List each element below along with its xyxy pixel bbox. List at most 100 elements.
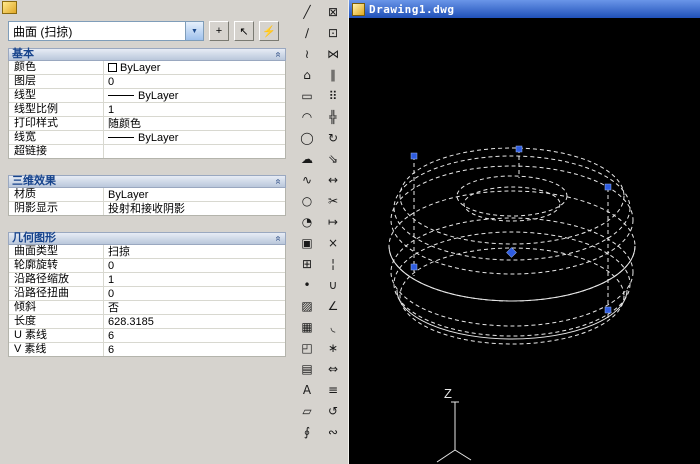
spline-button[interactable]: ∿ — [297, 169, 318, 190]
arc-button[interactable]: ◠ — [297, 106, 318, 127]
property-value[interactable]: 随颜色 — [104, 117, 285, 130]
fillet-button[interactable]: ◟ — [323, 316, 344, 337]
rotate-3d-button[interactable]: ↺ — [323, 400, 344, 421]
point-button[interactable]: • — [297, 274, 318, 295]
collapse-chevron-icon[interactable]: « — [273, 48, 284, 62]
collapse-chevron-icon[interactable]: « — [273, 175, 284, 189]
collapse-chevron-icon[interactable]: « — [273, 232, 284, 246]
property-row: U 素线6 — [9, 328, 285, 342]
chamfer-button[interactable]: ∠ — [323, 295, 344, 316]
region-button[interactable]: ◰ — [297, 337, 318, 358]
property-label: 图层 — [9, 75, 104, 88]
hatch-button[interactable]: ▨ — [297, 295, 318, 316]
mirror-button[interactable]: ⋈ — [323, 43, 344, 64]
extend-icon: ↦ — [328, 216, 338, 228]
erase-button[interactable]: ⊠ — [323, 1, 344, 22]
property-value-text: 0 — [108, 260, 114, 272]
property-value[interactable]: 628.3185 — [104, 315, 285, 328]
grip[interactable] — [411, 264, 417, 270]
ucs-icon — [437, 402, 471, 462]
helix-button[interactable]: ∮ — [297, 421, 318, 442]
rectangle-button[interactable]: ▭ — [297, 85, 318, 106]
property-value[interactable]: ByLayer — [104, 188, 285, 201]
drawing-canvas[interactable]: Z — [349, 18, 700, 464]
quick-select-button[interactable]: ⚡ — [259, 21, 279, 41]
select-objects-button[interactable]: ↖ — [234, 21, 254, 41]
object-type-dropdown[interactable]: 曲面 (扫掠) ▼ — [8, 21, 204, 41]
toggle-pickadd-button[interactable]: + — [209, 21, 229, 41]
chevron-down-icon[interactable]: ▼ — [185, 22, 203, 40]
construction-line-button[interactable]: ∕ — [297, 22, 318, 43]
insert-block-button[interactable]: ▣ — [297, 232, 318, 253]
drawing-titlebar[interactable]: Drawing1.dwg — [349, 0, 700, 18]
polyline-icon: ≀ — [305, 48, 310, 60]
property-label: 线型 — [9, 89, 104, 102]
join-button[interactable]: ∪ — [323, 274, 344, 295]
trim-button[interactable]: ✂ — [323, 190, 344, 211]
polygon-button[interactable]: ⌂ — [297, 64, 318, 85]
circle-button[interactable]: ◯ — [297, 127, 318, 148]
extend-button[interactable]: ↦ — [323, 211, 344, 232]
grip[interactable] — [516, 146, 522, 152]
grip[interactable] — [605, 184, 611, 190]
property-value[interactable]: ByLayer — [104, 61, 285, 74]
section-header[interactable]: 基本« — [8, 48, 286, 61]
property-value[interactable]: ByLayer — [104, 89, 285, 102]
property-value[interactable]: 0 — [104, 259, 285, 272]
offset-button[interactable]: ∥ — [323, 64, 344, 85]
array-button[interactable]: ⠿ — [323, 85, 344, 106]
property-value[interactable]: 6 — [104, 343, 285, 356]
explode-button[interactable]: ∗ — [323, 337, 344, 358]
rotate-icon: ↻ — [328, 132, 338, 144]
section-title: 基本 — [9, 49, 271, 60]
break-button[interactable]: ¦ — [323, 253, 344, 274]
grip[interactable] — [605, 307, 611, 313]
property-label: U 素线 — [9, 329, 104, 342]
property-label: 线宽 — [9, 131, 104, 144]
polyline-button[interactable]: ≀ — [297, 43, 318, 64]
toggle-pickadd-icon: + — [216, 25, 222, 37]
property-label: 材质 — [9, 188, 104, 201]
property-value[interactable]: 投射和接收阴影 — [104, 202, 285, 215]
quick-select-icon: ⚡ — [262, 25, 276, 38]
rotate-button[interactable]: ↻ — [323, 127, 344, 148]
scale-button[interactable]: ⇘ — [323, 148, 344, 169]
property-value[interactable]: 1 — [104, 273, 285, 286]
copy-button[interactable]: ⊡ — [323, 22, 344, 43]
break-at-point-button[interactable]: × — [323, 232, 344, 253]
property-label: 沿路径扭曲 — [9, 287, 104, 300]
grip[interactable] — [411, 153, 417, 159]
property-value[interactable]: 0 — [104, 287, 285, 300]
dwg-file-icon — [352, 3, 365, 16]
revision-cloud-button[interactable]: ☁ — [297, 148, 318, 169]
section-header[interactable]: 几何图形« — [8, 232, 286, 245]
table-button[interactable]: ▤ — [297, 358, 318, 379]
lengthen-icon: ⇔ — [328, 363, 338, 375]
property-label: 阴影显示 — [9, 202, 104, 215]
lengthen-button[interactable]: ⇔ — [323, 358, 344, 379]
make-block-button[interactable]: ⊞ — [297, 253, 318, 274]
multiline-text-button[interactable]: A — [297, 379, 318, 400]
property-value[interactable]: 0 — [104, 75, 285, 88]
application-window: 曲面 (扫掠) ▼ + ↖ ⚡ 基本«颜色ByLayer图层0线型ByLayer… — [0, 0, 700, 464]
ellipse-arc-button[interactable]: ◔ — [297, 211, 318, 232]
center-grip[interactable] — [507, 248, 517, 258]
move-button[interactable]: ╬ — [323, 106, 344, 127]
line-button[interactable]: ╱ — [297, 1, 318, 22]
property-value[interactable]: 扫掠 — [104, 245, 285, 258]
blend-button[interactable]: ∾ — [323, 421, 344, 442]
ellipse-button[interactable]: ○ — [297, 190, 318, 211]
property-value[interactable]: 6 — [104, 329, 285, 342]
property-value[interactable]: 1 — [104, 103, 285, 116]
property-label: 线型比例 — [9, 103, 104, 116]
wipeout-button[interactable]: ▱ — [297, 400, 318, 421]
stretch-button[interactable]: ↔ — [323, 169, 344, 190]
gradient-button[interactable]: ▦ — [297, 316, 318, 337]
section-header[interactable]: 三维效果« — [8, 175, 286, 188]
property-value[interactable]: 否 — [104, 301, 285, 314]
property-value[interactable] — [104, 145, 285, 158]
property-value[interactable]: ByLayer — [104, 131, 285, 144]
property-label: 曲面类型 — [9, 245, 104, 258]
property-value-text: 6 — [108, 344, 114, 356]
align-button[interactable]: ≡ — [323, 379, 344, 400]
